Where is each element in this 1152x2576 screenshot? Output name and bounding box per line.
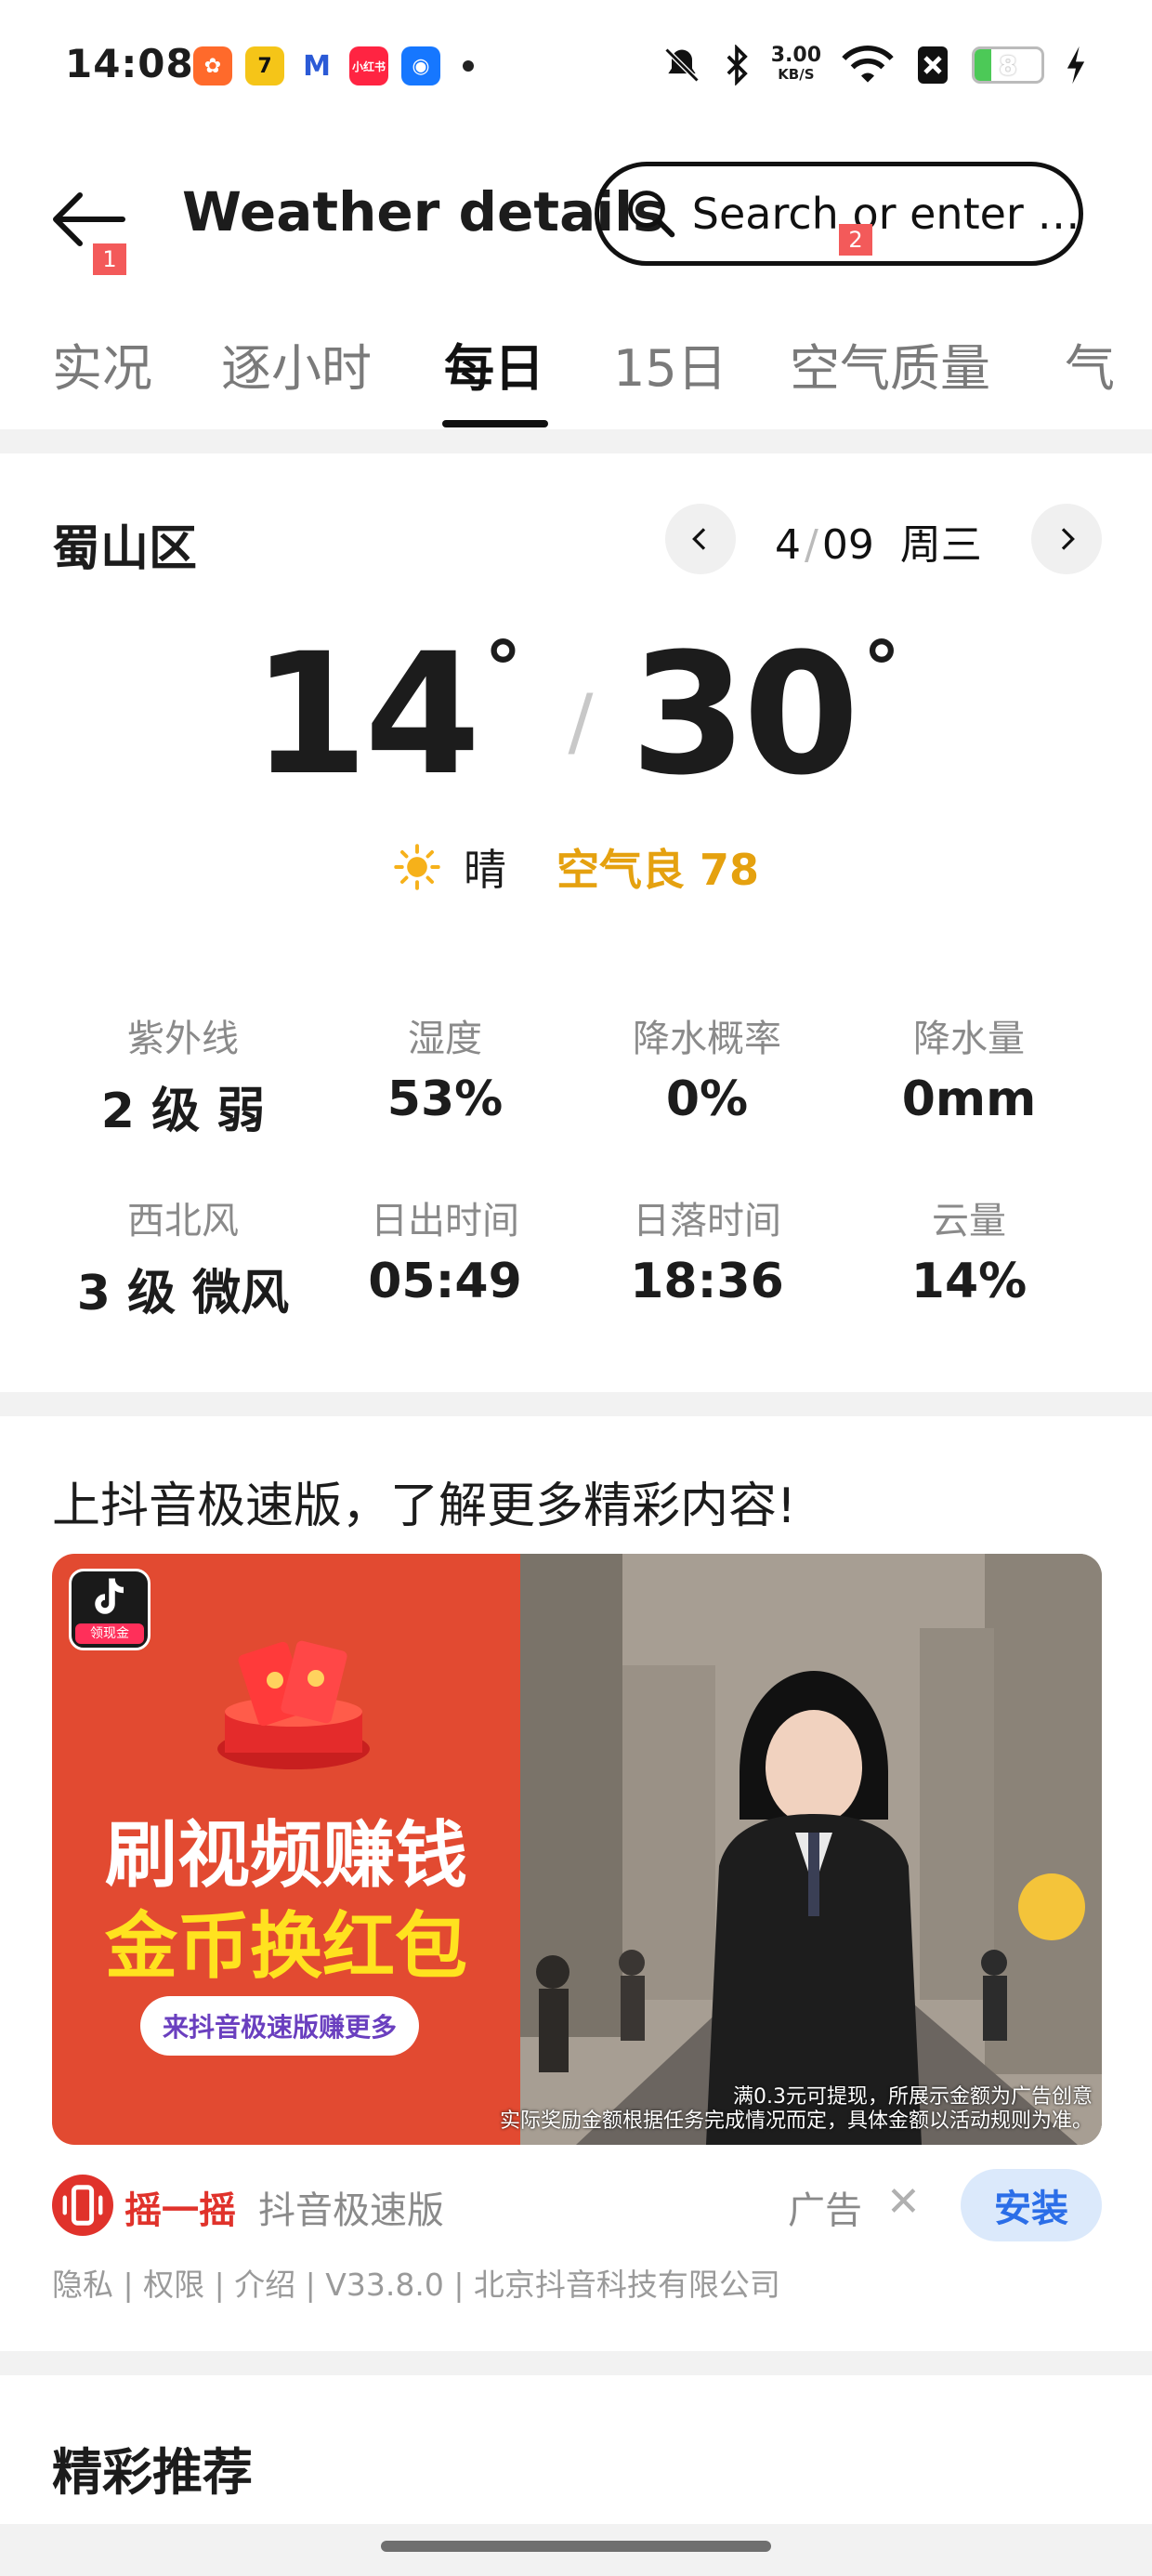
marker-badge-2: 2 <box>839 224 872 256</box>
condition-text: 晴 <box>463 845 506 895</box>
ad-headline-2: 金币换红包 <box>104 1905 467 1989</box>
ad-app-name: 抖音极速版 <box>258 2189 444 2232</box>
temp-high: 30 <box>630 618 858 812</box>
system-icons: 3.00 KB/S 8 <box>661 37 1087 93</box>
ad-title[interactable]: 上抖音极速版，了解更多精彩内容! <box>52 1466 796 1536</box>
next-day-button[interactable] <box>1031 504 1102 574</box>
section-divider <box>0 429 1152 453</box>
street-scene-image <box>520 1554 1102 2145</box>
shake-icon[interactable] <box>52 2175 113 2236</box>
detail-wind: 西北风 3 级 微风 <box>76 1200 290 1321</box>
condition-row: 晴 空气良 78 <box>0 836 1152 898</box>
back-button[interactable]: 1 <box>52 182 136 275</box>
ad-photo <box>520 1554 1102 2145</box>
temp-separator: / <box>568 678 594 765</box>
detail-uv: 紫外线 2 级 弱 <box>100 1018 266 1139</box>
degree-symbol: ° <box>862 625 900 712</box>
meitu-icon: M <box>297 46 336 85</box>
network-speed: 3.00 KB/S <box>770 44 821 84</box>
phone-shake-icon <box>62 2185 103 2226</box>
section-divider <box>0 2351 1152 2375</box>
marker-badge-1: 1 <box>93 243 126 275</box>
qimao-icon: 7 <box>245 46 284 85</box>
ad-cta-button[interactable]: 来抖音极速版赚更多 <box>140 1996 419 2056</box>
notification-icons: ✿ 7 M 小红书 ◉ <box>193 46 474 85</box>
prev-day-button[interactable] <box>665 504 736 574</box>
no-sim-icon <box>918 46 948 84</box>
xiaohongshu-icon: 小红书 <box>349 46 388 85</box>
shake-label[interactable]: 摇一摇 <box>124 2180 236 2234</box>
douyin-app-icon: 领现金 <box>69 1569 151 1650</box>
air-quality-label[interactable]: 空气良 78 <box>556 836 759 898</box>
ad-banner[interactable]: 领现金 刷视频赚钱 金币换红包 来抖音极速版赚更多 满0.3元可提现，所展示金额… <box>52 1554 1102 2145</box>
chevron-left-icon <box>692 528 706 550</box>
close-ad-icon[interactable]: ✕ <box>886 2178 921 2226</box>
alipay-icon: ◉ <box>401 46 440 85</box>
detail-humidity: 湿度 53% <box>386 1018 504 1127</box>
temperature-range: 14 ° / 30 ° <box>0 632 1152 799</box>
ad-label: 广告 <box>788 2189 862 2232</box>
ad-legal-links[interactable]: 隐私 | 权限 | 介绍 | V33.8.0 | 北京抖音科技有限公司 <box>52 2260 780 2305</box>
tab-air-quality[interactable]: 空气质量 <box>790 327 990 401</box>
charging-icon <box>1067 46 1085 85</box>
location-name: 蜀山区 <box>52 521 198 577</box>
tab-live[interactable]: 实况 <box>52 327 152 401</box>
detail-cloud-cover: 云量 14% <box>910 1200 1028 1309</box>
install-button[interactable]: 安装 <box>961 2169 1102 2241</box>
recommend-title: 精彩推荐 <box>52 2443 253 2502</box>
wifi-icon <box>842 46 894 83</box>
ad-app-icon-label: 领现金 <box>75 1623 144 1644</box>
ad-meta-row: 摇一摇 抖音极速版 广告 ✕ 安装 <box>52 2165 1102 2241</box>
chevron-right-icon <box>1061 528 1075 550</box>
ad-headline-1: 刷视频赚钱 <box>104 1814 467 1898</box>
tab-daily[interactable]: 每日 <box>444 327 544 401</box>
header: 1 Weather details Search or enter … 2 <box>0 149 1152 279</box>
search-placeholder: Search or enter … <box>691 189 1079 239</box>
battery-indicator: 8 <box>972 46 1044 84</box>
detail-precip-prob: 降水概率 0% <box>633 1018 781 1127</box>
date-display: 4/09 周三 <box>775 521 982 569</box>
tab-hourly[interactable]: 逐小时 <box>221 327 372 401</box>
active-tab-indicator <box>442 420 548 427</box>
temp-low: 14 <box>252 618 480 812</box>
mute-bell-icon <box>664 47 700 83</box>
status-time: 14:08 <box>65 41 194 86</box>
sun-icon <box>394 844 440 890</box>
detail-precip-amount: 降水量 0mm <box>901 1018 1037 1127</box>
page-title: Weather details <box>182 180 665 243</box>
tab-bar: 实况 逐小时 每日 15日 空气质量 气 <box>0 316 1152 427</box>
home-indicator[interactable] <box>381 2541 771 2552</box>
search-input[interactable]: Search or enter … 2 <box>595 162 1083 266</box>
detail-sunset: 日落时间 18:36 <box>630 1200 784 1309</box>
tab-15-day[interactable]: 15日 <box>613 327 727 401</box>
section-divider <box>0 1392 1152 1416</box>
more-notifications-dot <box>463 60 474 72</box>
douyin-logo-icon <box>95 1578 124 1614</box>
search-icon <box>627 191 675 238</box>
detail-sunrise: 日出时间 05:49 <box>368 1200 522 1309</box>
kuaishou-icon: ✿ <box>193 46 232 85</box>
bluetooth-icon <box>727 45 748 85</box>
tab-more[interactable]: 气 <box>1065 327 1115 401</box>
status-bar: 14:08 ✿ 7 M 小红书 ◉ 3.00 KB/S 8 <box>0 0 1152 139</box>
ad-disclaimer: 满0.3元可提现，所展示金额为广告创意 实际奖励金额根据任务完成情况而定，具体金… <box>499 2085 1093 2133</box>
ad-promo-panel: 领现金 刷视频赚钱 金币换红包 来抖音极速版赚更多 <box>52 1554 520 2145</box>
red-envelope-icon <box>217 1640 370 1769</box>
degree-symbol: ° <box>484 625 522 712</box>
